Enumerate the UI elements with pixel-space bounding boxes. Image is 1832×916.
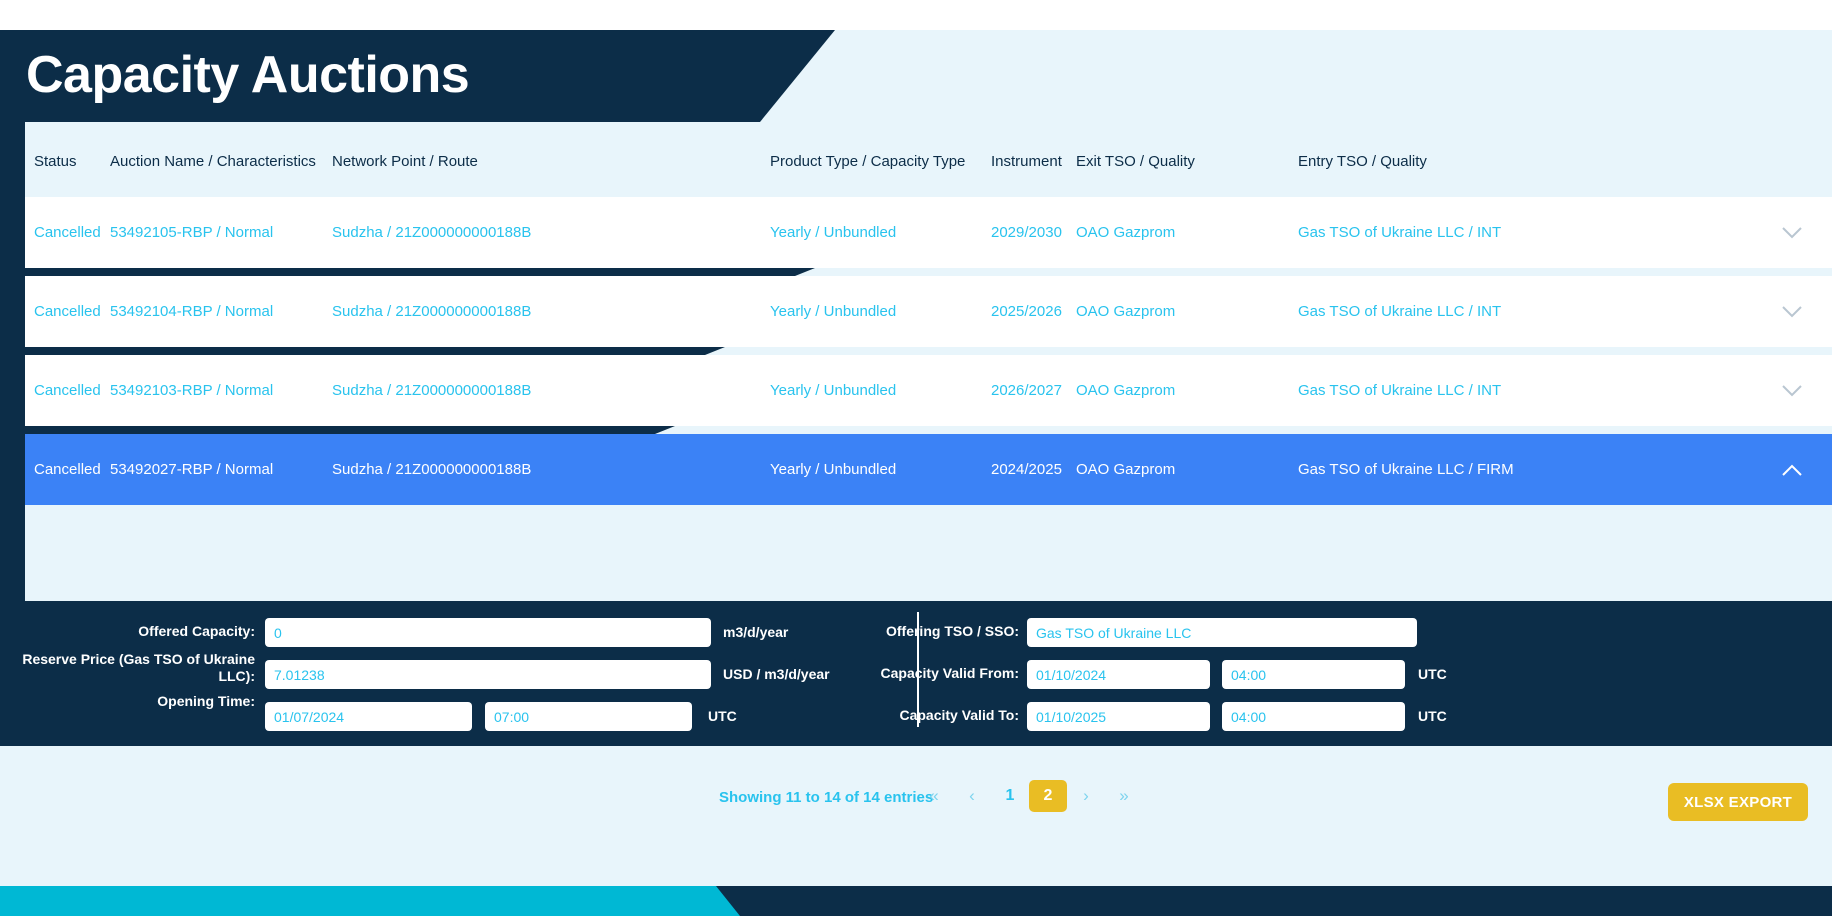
cell-auction-name: 53492103-RBP / Normal: [110, 382, 274, 399]
reserve-price-label: Reserve Price (Gas TSO of Ukraine LLC):: [22, 651, 255, 684]
table-row-selected[interactable]: Cancelled 53492027-RBP / Normal Sudzha /…: [25, 434, 1832, 505]
cell-instrument: 2029/2030: [991, 224, 1062, 241]
opening-time-label: Opening Time:: [157, 693, 255, 709]
chevron-down-icon[interactable]: [1772, 197, 1812, 268]
row-separator: [25, 268, 815, 276]
capacity-valid-to-label: Capacity Valid To:: [899, 707, 1019, 723]
opening-time-date-input[interactable]: [265, 702, 472, 731]
cell-network-point: Sudzha / 21Z000000000188B: [332, 461, 532, 478]
column-header-product-type: Product Type / Capacity Type: [770, 153, 966, 170]
offered-capacity-input[interactable]: [265, 618, 711, 647]
offered-capacity-label: Offered Capacity:: [138, 623, 255, 639]
auctions-table: Status Auction Name / Characteristics Ne…: [25, 122, 1832, 602]
xlsx-export-button[interactable]: XLSX EXPORT: [1668, 783, 1808, 821]
table-header-row: Status Auction Name / Characteristics Ne…: [25, 122, 1832, 197]
cell-exit-tso: OAO Gazprom: [1076, 303, 1176, 320]
auction-detail-panel: Offered Capacity: m3/d/year Reserve Pric…: [0, 601, 1832, 746]
row-separator: [25, 426, 675, 434]
opening-time-time-input[interactable]: [485, 702, 692, 731]
capacity-valid-from-label: Capacity Valid From:: [880, 665, 1019, 681]
pagination-last[interactable]: »: [1105, 780, 1143, 812]
cell-entry-tso: Gas TSO of Ukraine LLC / INT: [1298, 382, 1502, 399]
cell-product-type: Yearly / Unbundled: [770, 461, 897, 478]
pagination-page-1[interactable]: 1: [991, 780, 1029, 812]
chevron-up-icon[interactable]: [1772, 434, 1812, 505]
left-navy-rail: [0, 122, 25, 601]
cell-auction-name: 53492027-RBP / Normal: [110, 461, 274, 478]
offering-tso-label: Offering TSO / SSO:: [885, 623, 1019, 639]
cell-status: Cancelled: [34, 461, 101, 478]
column-header-entry-tso: Entry TSO / Quality: [1298, 153, 1427, 170]
offered-capacity-unit: m3/d/year: [723, 624, 789, 640]
capacity-valid-to-date-input[interactable]: [1027, 702, 1210, 731]
capacity-valid-from-unit: UTC: [1418, 666, 1447, 682]
capacity-valid-from-time-input[interactable]: [1222, 660, 1405, 689]
page-title: Capacity Auctions: [26, 46, 470, 104]
cell-instrument: 2024/2025: [991, 461, 1062, 478]
column-header-status: Status: [34, 153, 77, 170]
column-header-network-point: Network Point / Route: [332, 153, 478, 170]
row-separator: [25, 347, 725, 355]
cell-entry-tso: Gas TSO of Ukraine LLC / INT: [1298, 303, 1502, 320]
pagination-page-2[interactable]: 2: [1029, 780, 1067, 812]
opening-time-unit: UTC: [708, 708, 737, 724]
table-row[interactable]: Cancelled 53492103-RBP / Normal Sudzha /…: [25, 355, 1832, 426]
cell-entry-tso: Gas TSO of Ukraine LLC / INT: [1298, 224, 1502, 241]
chevron-down-icon[interactable]: [1772, 276, 1812, 347]
offering-tso-input[interactable]: [1027, 618, 1417, 647]
cell-auction-name: 53492104-RBP / Normal: [110, 303, 274, 320]
cell-exit-tso: OAO Gazprom: [1076, 382, 1176, 399]
cell-network-point: Sudzha / 21Z000000000188B: [332, 224, 532, 241]
pagination-prev[interactable]: ‹: [953, 780, 991, 812]
chevron-down-icon[interactable]: [1772, 355, 1812, 426]
cell-exit-tso: OAO Gazprom: [1076, 224, 1176, 241]
pagination-next[interactable]: ›: [1067, 780, 1105, 812]
cell-network-point: Sudzha / 21Z000000000188B: [332, 382, 532, 399]
cell-product-type: Yearly / Unbundled: [770, 382, 897, 399]
cell-network-point: Sudzha / 21Z000000000188B: [332, 303, 532, 320]
capacity-auctions-page: Capacity Auctions Status Auction Name / …: [0, 0, 1832, 916]
column-header-auction-name: Auction Name / Characteristics: [110, 153, 316, 170]
cell-instrument: 2025/2026: [991, 303, 1062, 320]
cell-product-type: Yearly / Unbundled: [770, 303, 897, 320]
cell-status: Cancelled: [34, 303, 101, 320]
cell-exit-tso: OAO Gazprom: [1076, 461, 1176, 478]
capacity-valid-from-date-input[interactable]: [1027, 660, 1210, 689]
detail-column-divider: [917, 612, 919, 727]
pagination: « ‹ 1 2 › »: [915, 780, 1143, 812]
cell-auction-name: 53492105-RBP / Normal: [110, 224, 274, 241]
pagination-first[interactable]: «: [915, 780, 953, 812]
footer-cyan-band: [0, 886, 740, 916]
table-row[interactable]: Cancelled 53492104-RBP / Normal Sudzha /…: [25, 276, 1832, 347]
cell-status: Cancelled: [34, 382, 101, 399]
capacity-valid-to-unit: UTC: [1418, 708, 1447, 724]
cell-product-type: Yearly / Unbundled: [770, 224, 897, 241]
column-header-instrument: Instrument: [991, 153, 1062, 170]
column-header-exit-tso: Exit TSO / Quality: [1076, 153, 1195, 170]
table-row[interactable]: Cancelled 53492105-RBP / Normal Sudzha /…: [25, 197, 1832, 268]
cell-instrument: 2026/2027: [991, 382, 1062, 399]
reserve-price-input[interactable]: [265, 660, 711, 689]
cell-entry-tso: Gas TSO of Ukraine LLC / FIRM: [1298, 461, 1514, 478]
entries-count-label: Showing 11 to 14 of 14 entries: [719, 789, 934, 806]
cell-status: Cancelled: [34, 224, 101, 241]
capacity-valid-to-time-input[interactable]: [1222, 702, 1405, 731]
